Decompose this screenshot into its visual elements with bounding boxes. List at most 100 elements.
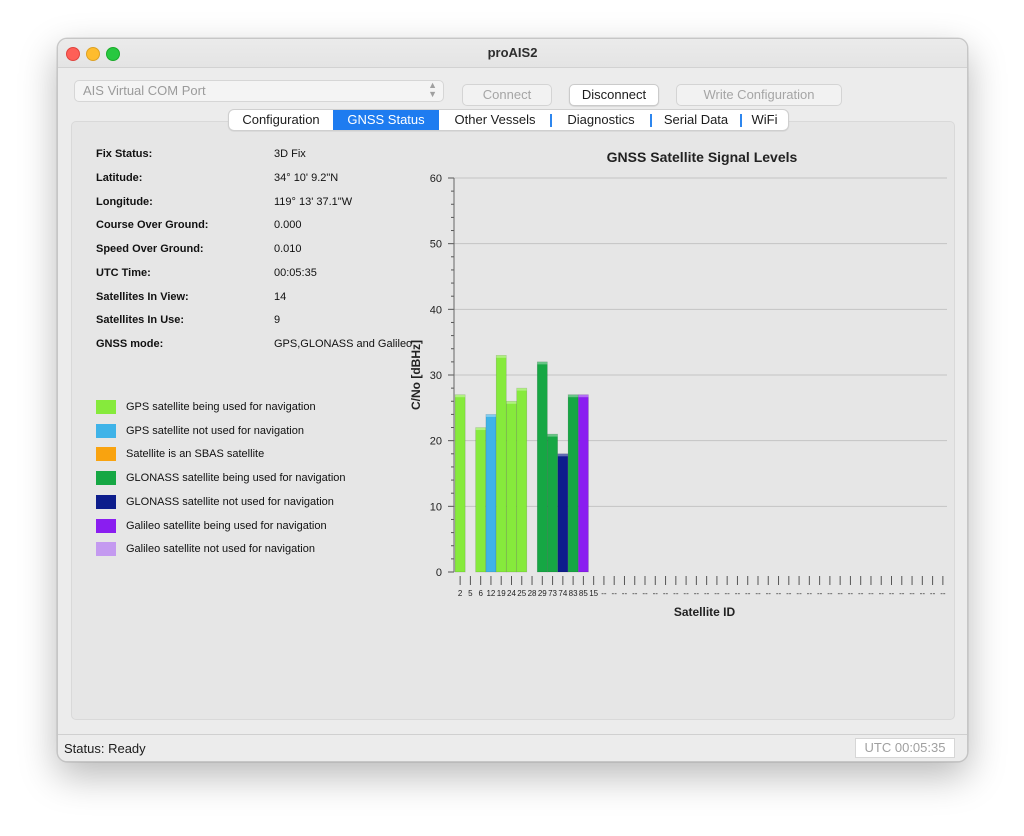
legend-label: GLONASS satellite being used for navigat… <box>126 472 346 485</box>
status-text: Status: Ready <box>64 741 146 756</box>
x-tick-label: 25 <box>517 589 526 598</box>
tab-label: WiFi <box>751 112 778 127</box>
x-tick-label: 83 <box>569 589 578 598</box>
tab-serial-data[interactable]: Serial Data <box>650 110 741 130</box>
y-tick-label: 10 <box>430 501 442 513</box>
x-tick-label: 2 <box>458 589 463 598</box>
tab-gnss-status[interactable]: GNSS Status <box>333 110 439 130</box>
x-tick-label: 28 <box>528 589 537 598</box>
x-tick-label: -- <box>601 589 607 598</box>
bar-highlight <box>516 388 527 391</box>
legend-swatch <box>96 423 116 438</box>
x-tick-label: 15 <box>589 589 598 598</box>
legend-swatch <box>96 494 116 509</box>
x-tick-label: -- <box>848 589 854 598</box>
up-down-chevron-icon: ▲ ▼ <box>428 80 437 99</box>
field-value: 9 <box>274 314 281 327</box>
x-tick-label: -- <box>653 589 659 598</box>
x-tick-label: -- <box>807 589 813 598</box>
tab-label: Serial Data <box>663 112 729 127</box>
tab-other-vessels[interactable]: Other Vessels <box>439 110 551 130</box>
x-tick-label: -- <box>694 589 700 598</box>
field-label: Speed Over Ground: <box>96 243 204 255</box>
tab-configuration[interactable]: Configuration <box>229 110 333 130</box>
x-tick-label: -- <box>796 589 802 598</box>
legend-label: Satellite is an SBAS satellite <box>126 448 265 461</box>
x-tick-label: -- <box>745 589 751 598</box>
disconnect-button[interactable]: Disconnect <box>569 84 659 106</box>
x-tick-label: 85 <box>579 589 588 598</box>
title-bar[interactable]: proAIS2 <box>58 39 967 68</box>
tab-wifi[interactable]: WiFi <box>740 110 788 130</box>
y-tick-label: 50 <box>430 239 442 251</box>
x-tick-label: -- <box>909 589 915 598</box>
legend-label: GPS satellite being used for navigation <box>126 401 316 413</box>
field-value: 119° 13' 37.1"W <box>274 195 353 208</box>
bar-74 <box>557 453 569 573</box>
bar-highlight <box>475 427 486 431</box>
field-value: 0.000 <box>274 219 302 232</box>
bar-highlight <box>537 361 548 365</box>
bar-highlight <box>496 355 507 358</box>
field-value: 14 <box>274 290 287 303</box>
legend-label: GLONASS satellite not used for navigatio… <box>126 495 334 508</box>
gnss-status-panel: Fix Status: 3D Fix Latitude: 34° 10' 9.2"N L… <box>71 121 955 720</box>
tab-label: Other Vessels <box>454 112 536 127</box>
bar-highlight <box>455 394 466 398</box>
bar-highlight <box>578 394 589 398</box>
tab-separator <box>650 114 652 127</box>
x-tick-label: -- <box>632 589 638 598</box>
x-tick-label: -- <box>776 589 782 598</box>
bar-24 <box>506 400 517 573</box>
utc-clock: UTC 00:05:35 <box>855 738 955 758</box>
tab-diagnostics[interactable]: Diagnostics <box>550 110 651 130</box>
x-tick-label: -- <box>940 589 946 598</box>
x-tick-label: 24 <box>507 589 516 598</box>
x-tick-label: -- <box>786 589 792 598</box>
app-window: proAIS2 AIS Virtual COM Port ▲ ▼ Connect … <box>57 38 968 762</box>
bar-6 <box>475 427 487 573</box>
x-tick-label: 5 <box>468 589 473 598</box>
x-tick-label: -- <box>725 589 731 598</box>
x-tick-label: -- <box>642 589 648 598</box>
bar-19 <box>495 355 507 573</box>
field-label: Longitude: <box>96 195 153 208</box>
bar-85 <box>578 394 589 573</box>
field-value: GPS,GLONASS and Galileo <box>274 338 413 350</box>
x-tick-label: 12 <box>486 589 495 598</box>
tab-label: Diagnostics <box>567 112 635 127</box>
bar-12 <box>485 414 497 573</box>
signal-levels-chart: 0 10 20 30 40 50 60 GNSS Satellite Signal Level… <box>409 149 947 619</box>
bar-highlight <box>485 414 496 417</box>
field-value: 0.010 <box>274 243 302 255</box>
x-tick-label: -- <box>622 589 628 598</box>
legend-swatch <box>96 471 116 486</box>
connect-button[interactable]: Connect <box>462 84 552 106</box>
x-tick-label: -- <box>704 589 710 598</box>
port-select-value: AIS Virtual COM Port <box>83 83 206 98</box>
x-tick-label: 29 <box>538 589 547 598</box>
tab-bar: Configuration GNSS Status Other Vessels Dia… <box>228 109 789 131</box>
legend-swatch <box>96 447 116 462</box>
x-tick-label: -- <box>612 589 618 598</box>
status-bar: Status: Ready UTC 00:05:35 <box>58 734 967 761</box>
x-tick-label: 73 <box>548 589 557 598</box>
legend-swatch <box>96 542 116 557</box>
legend-swatch <box>96 518 116 533</box>
field-value: 00:05:35 <box>274 266 317 279</box>
x-tick-label: 19 <box>497 589 506 598</box>
x-tick-label: -- <box>899 589 905 598</box>
bar-73 <box>547 433 558 573</box>
field-label: Satellites In View: <box>96 290 189 303</box>
legend-label: Galileo satellite being used for navigat… <box>126 519 327 532</box>
x-tick-label: -- <box>920 589 926 598</box>
tab-separator <box>740 114 742 127</box>
x-tick-label: -- <box>663 589 669 598</box>
field-label: Fix Status: <box>96 148 153 160</box>
x-tick-label: 74 <box>558 589 567 598</box>
legend-label: Galileo satellite not used for navigatio… <box>126 543 315 556</box>
port-select[interactable]: AIS Virtual COM Port ▲ ▼ <box>74 80 444 102</box>
write-configuration-button[interactable]: Write Configuration <box>676 84 842 106</box>
field-label: UTC Time: <box>96 266 151 279</box>
x-tick-label: -- <box>858 589 864 598</box>
